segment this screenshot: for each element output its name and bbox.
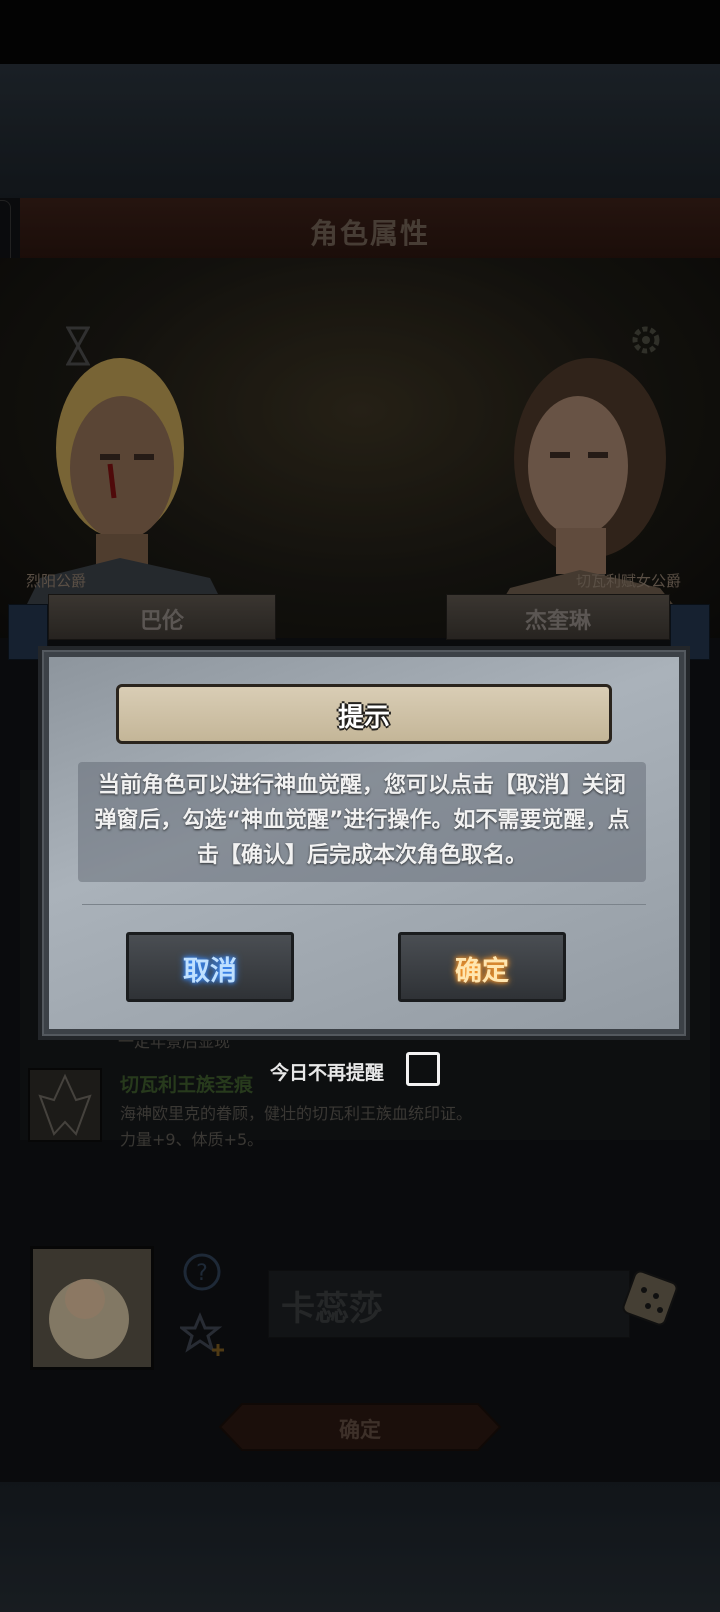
cancel-button[interactable]: 取消 (126, 932, 294, 1002)
dialog-divider (82, 904, 646, 905)
dialog-message-box: 当前角色可以进行神血觉醒，您可以点击【取消】关闭弹窗后，勾选“神血觉醒”进行操作… (78, 762, 646, 882)
dont-remind-checkbox[interactable] (406, 1052, 440, 1086)
ok-button-label: 确定 (455, 956, 509, 987)
dialog-header: 提示 (116, 684, 612, 744)
dialog-title: 提示 (337, 703, 390, 733)
cancel-button-label: 取消 (183, 956, 237, 987)
dialog-message: 当前角色可以进行神血觉醒，您可以点击【取消】关闭弹窗后，勾选“神血觉醒”进行操作… (94, 773, 630, 868)
dont-remind-label[interactable]: 今日不再提醒 (270, 1058, 384, 1085)
ok-button[interactable]: 确定 (398, 932, 566, 1002)
awaken-prompt-dialog: 提示 当前角色可以进行神血觉醒，您可以点击【取消】关闭弹窗后，勾选“神血觉醒”进… (38, 646, 690, 1040)
